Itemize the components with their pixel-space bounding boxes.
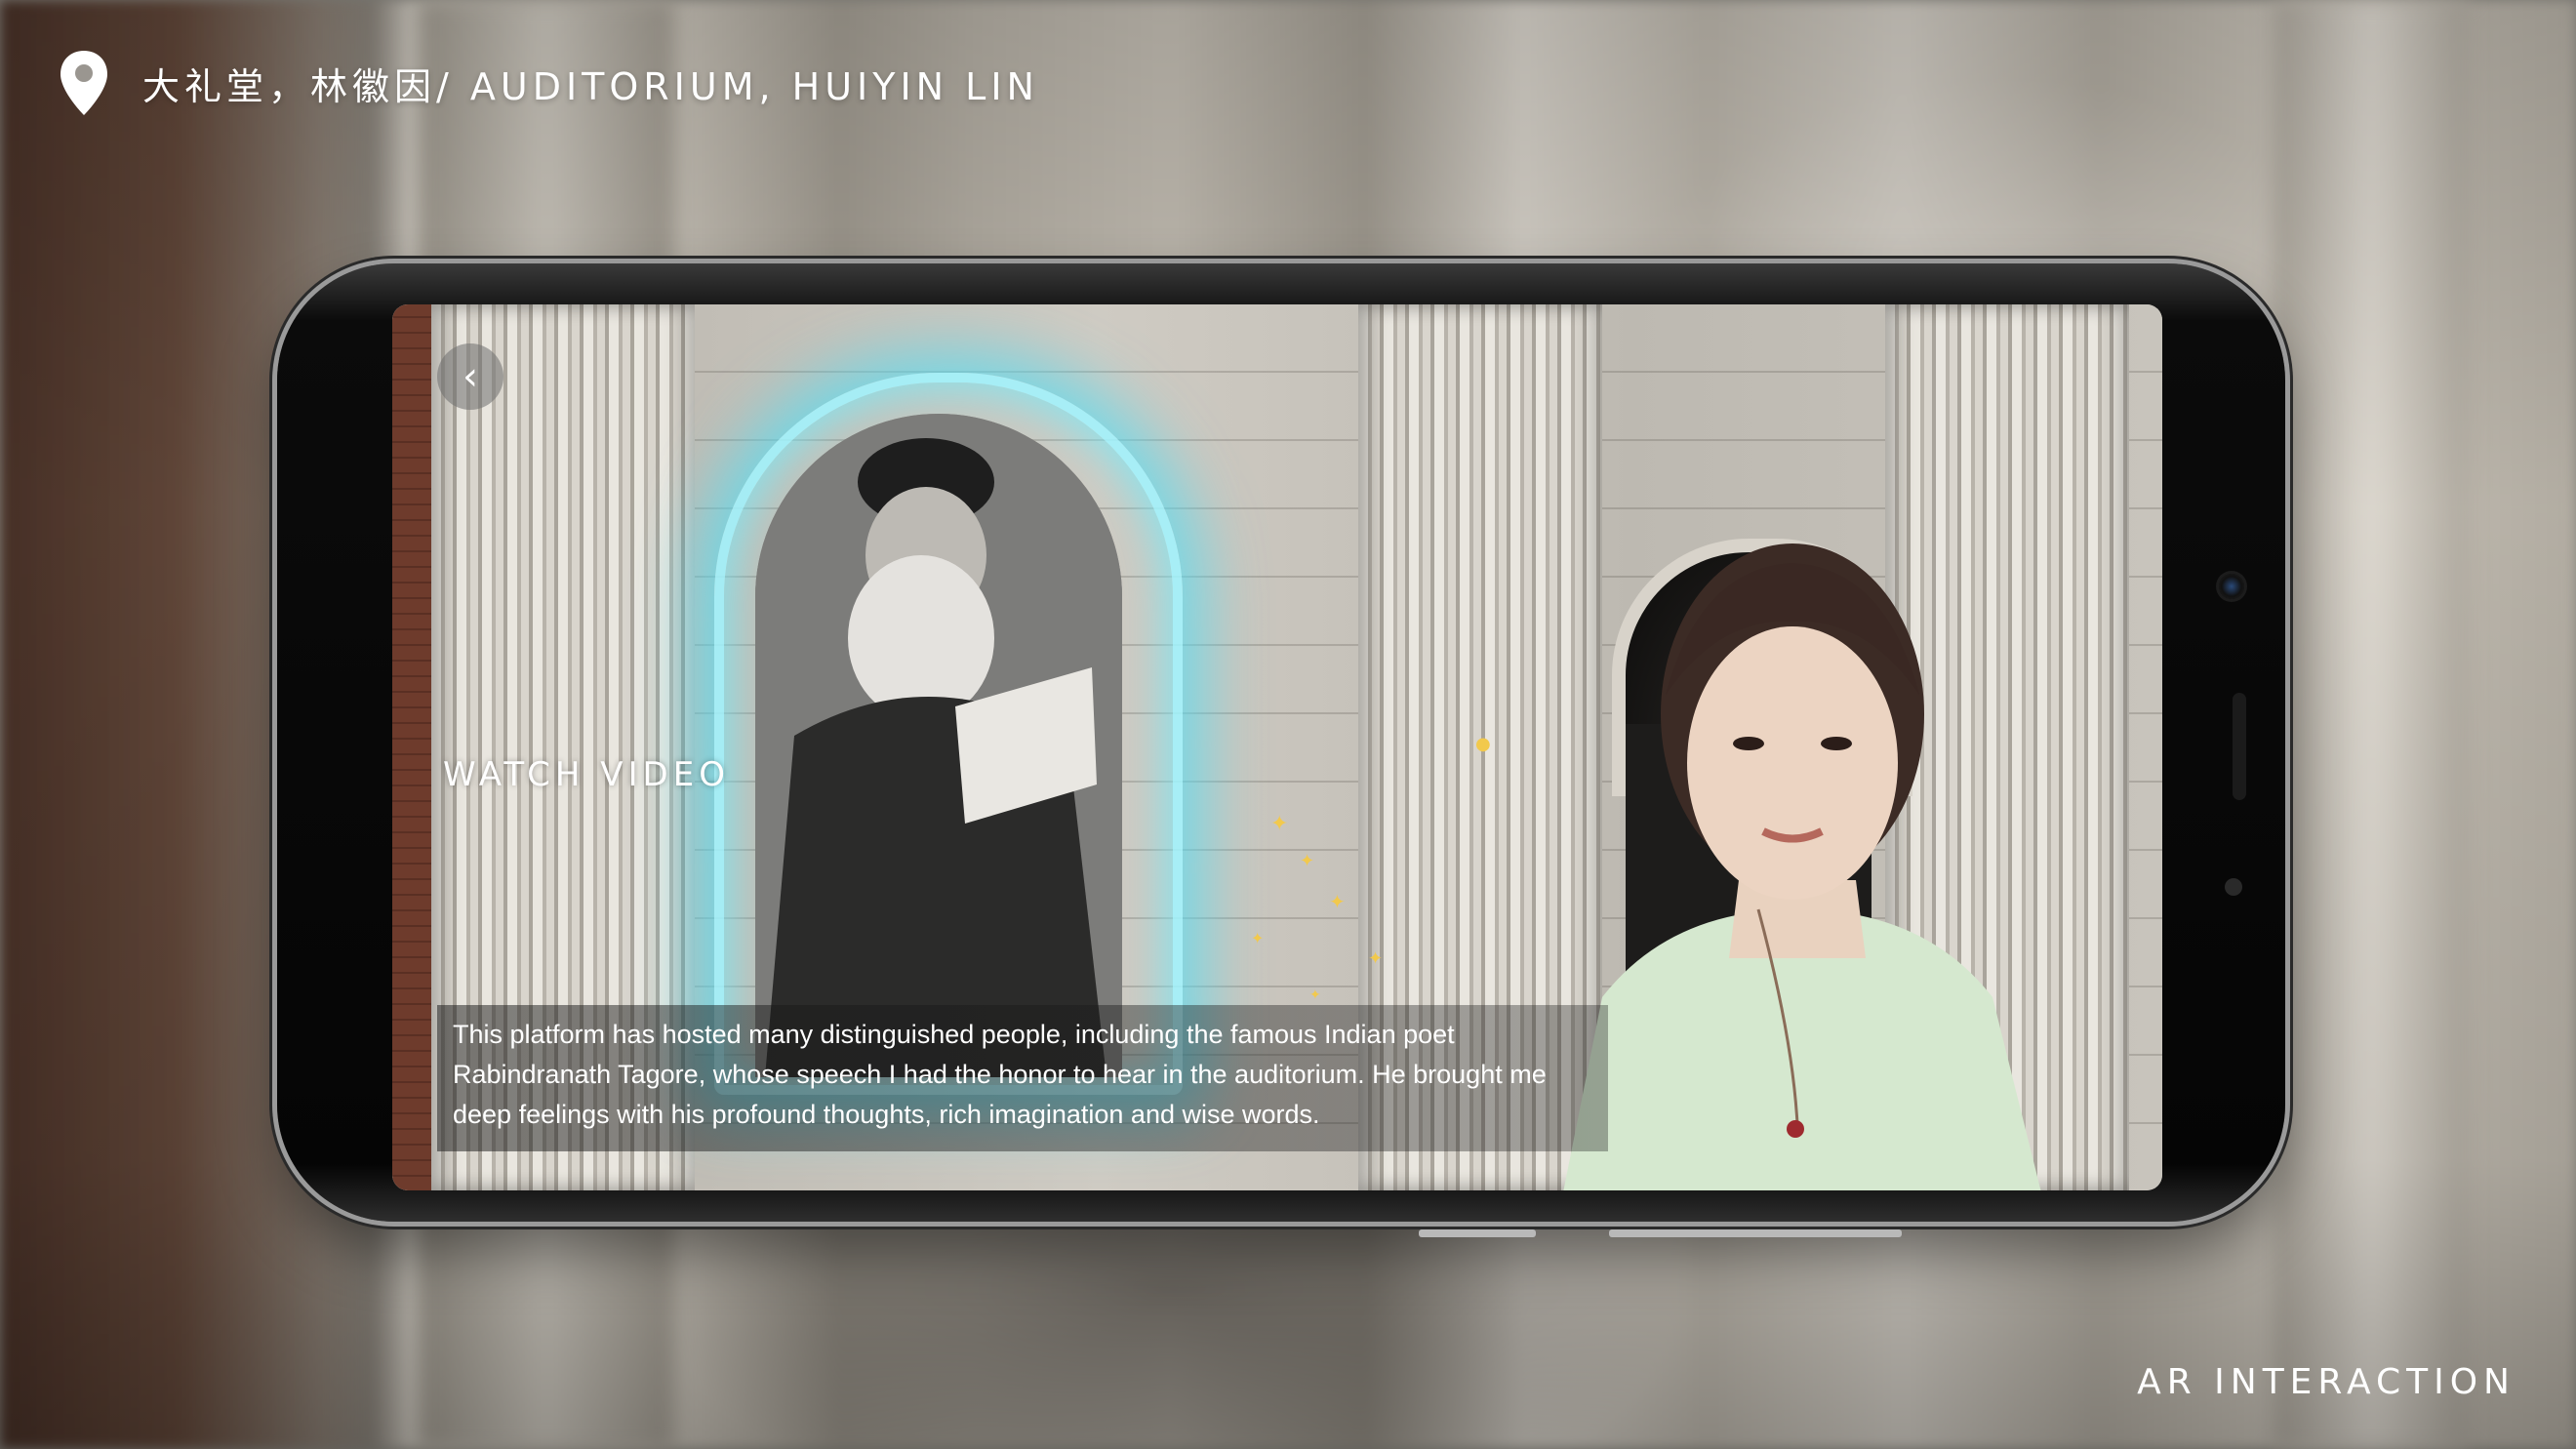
- phone-sensor: [2225, 878, 2242, 896]
- chevron-left-icon: ‹: [463, 354, 478, 399]
- watch-video-button[interactable]: WATCH VIDEO: [443, 755, 730, 794]
- location-header: 大礼堂，林徽因/ AUDITORIUM, HUIYIN LIN: [59, 49, 1039, 117]
- front-camera: [2219, 574, 2244, 599]
- sparkle: ✦: [1300, 851, 1315, 871]
- tagore-photo: [755, 414, 1122, 1077]
- sparkle: ✦: [1251, 929, 1265, 947]
- sparkle: ●: [1475, 734, 1491, 754]
- huiyin-lin-figure: [1563, 543, 2041, 1190]
- phone-speaker: [2233, 693, 2246, 800]
- sparkle: ✦: [1270, 812, 1289, 836]
- phone-side-button: [1609, 1229, 1902, 1237]
- sparkle: ✦: [1329, 890, 1346, 913]
- ar-camera-view[interactable]: ✦ ✦ ✦ ✦ ✦ ✦ ● ‹ WATCH VIDEO This platfor…: [392, 304, 2162, 1190]
- sparkle: ✦: [1368, 948, 1384, 969]
- phone-frame: ✦ ✦ ✦ ✦ ✦ ✦ ● ‹ WATCH VIDEO This platfor…: [277, 263, 2285, 1237]
- narration-subtitle: This platform has hosted many distinguis…: [453, 1020, 1547, 1129]
- map-pin-icon: [60, 51, 107, 115]
- back-button[interactable]: ‹: [437, 343, 503, 410]
- location-label: 大礼堂，林徽因/ AUDITORIUM, HUIYIN LIN: [142, 64, 1039, 108]
- tagore-figure: [755, 414, 1122, 1077]
- sparkle: ✦: [1309, 987, 1321, 1003]
- section-caption: AR INTERACTION: [2137, 1362, 2516, 1402]
- phone-side-button: [1419, 1229, 1536, 1237]
